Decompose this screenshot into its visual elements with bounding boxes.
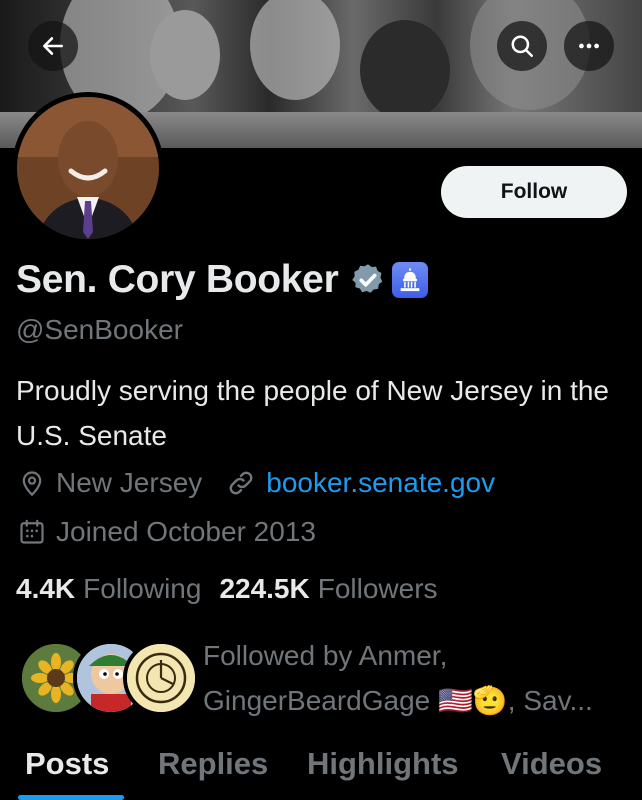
arrow-left-icon: [43, 37, 63, 55]
followers-count: 224.5K: [219, 573, 310, 604]
more-button[interactable]: [564, 21, 614, 71]
calendar-icon: [20, 519, 44, 544]
capitol-icon: [401, 268, 420, 292]
profile-name-row: Sen. Cory Booker: [16, 258, 429, 302]
link-icon: [229, 471, 253, 495]
avatar-photo: [17, 97, 159, 239]
followed-by-text[interactable]: Followed by Anmer, GingerBeardGage 🇺🇸🫡, …: [203, 633, 633, 723]
location-pin-icon: [22, 471, 42, 497]
joined-text: Joined October 2013: [56, 516, 316, 547]
tab-videos[interactable]: Videos: [501, 746, 602, 782]
tab-replies[interactable]: Replies: [158, 746, 268, 782]
more-horizontal-icon: [579, 43, 599, 49]
following-count: 4.4K: [16, 573, 76, 604]
profile-avatar[interactable]: [12, 92, 164, 244]
profile-tabs: Posts Replies Highlights Videos: [0, 738, 642, 800]
tab-posts[interactable]: Posts: [25, 746, 109, 782]
website-item[interactable]: booker.senate.gov: [226, 467, 495, 499]
active-tab-indicator: [18, 795, 124, 800]
profile-name: Sen. Cory Booker: [16, 258, 339, 301]
followers-stat[interactable]: 224.5K Followers: [219, 573, 437, 605]
government-affiliation-icon[interactable]: [392, 262, 429, 298]
tab-highlights[interactable]: Highlights: [307, 746, 459, 782]
search-button[interactable]: [497, 21, 547, 71]
location-text: New Jersey: [56, 467, 203, 498]
joined-row: Joined October 2013: [18, 516, 316, 548]
follow-button[interactable]: Follow: [441, 166, 627, 218]
profile-meta-row: New Jersey booker.senate.gov: [18, 467, 495, 499]
profile-handle: @SenBooker: [16, 314, 183, 345]
followers-label: Followers: [317, 573, 438, 604]
website-link[interactable]: booker.senate.gov: [266, 467, 495, 499]
back-button[interactable]: [28, 21, 78, 71]
location-item: New Jersey: [18, 467, 202, 499]
verified-badge-icon[interactable]: [350, 262, 386, 298]
follow-stats: 4.4K Following 224.5K Followers: [16, 573, 456, 605]
mutual-followers-avatars[interactable]: [18, 640, 199, 716]
following-label: Following: [83, 573, 202, 604]
following-stat[interactable]: 4.4K Following: [16, 573, 201, 605]
mutual-avatar-clock: [123, 640, 199, 716]
search-icon: [511, 35, 533, 57]
profile-bio: Proudly serving the people of New Jersey…: [16, 375, 609, 451]
